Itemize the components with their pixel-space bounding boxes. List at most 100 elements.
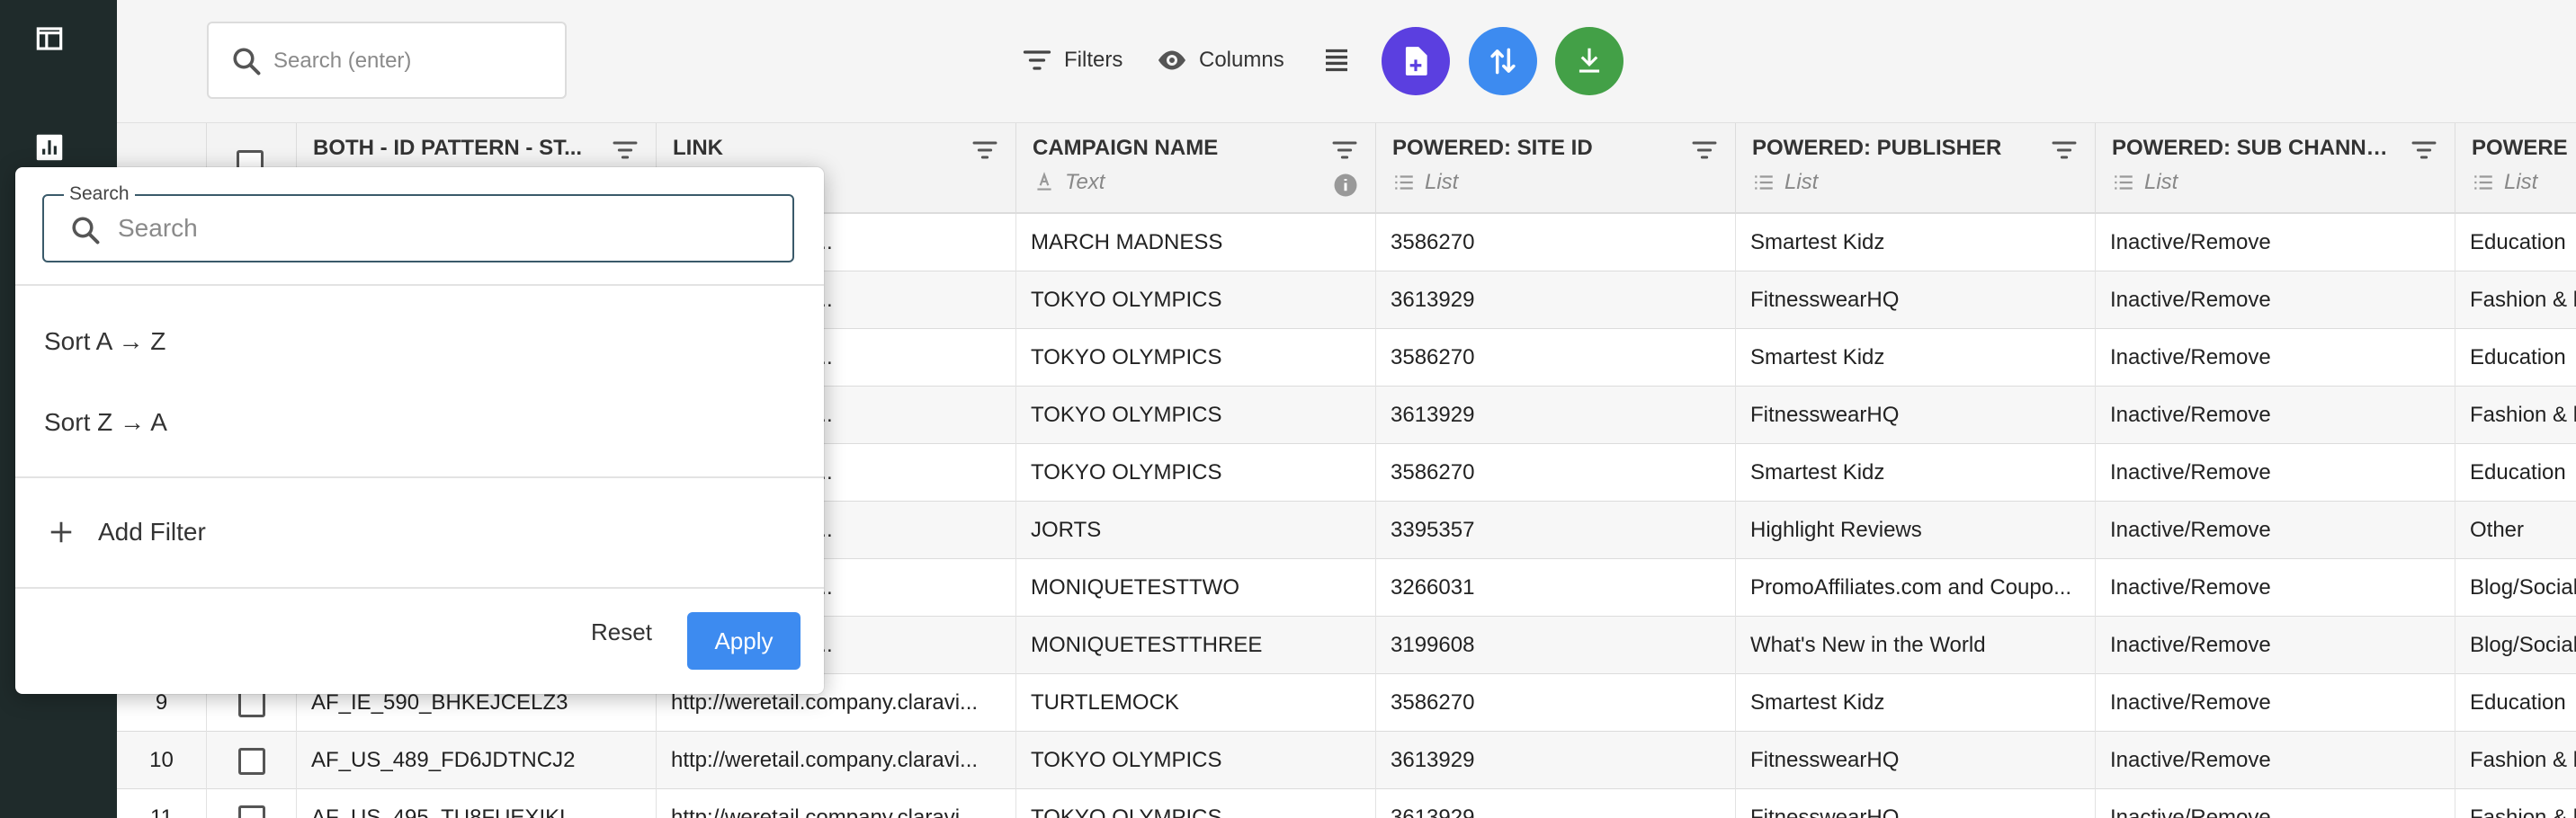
cell-publisher: FitnesswearHQ [1736, 271, 2096, 329]
reset-button[interactable]: Reset [591, 618, 652, 646]
cell-sub-channel: Inactive/Remove [2096, 674, 2455, 732]
cell-campaign-name: JORTS [1016, 502, 1376, 559]
table-row[interactable]: 11 AF_US_495_TU8FUEXIKL http://weretail.co… [117, 789, 2576, 818]
cell-site-id: 3199608 [1376, 617, 1736, 674]
column-filter-icon[interactable] [611, 136, 640, 164]
cell-link: http://weretail.company.claravi... [657, 732, 1016, 789]
add-filter-button[interactable]: Add Filter [48, 518, 206, 547]
popup-search-field[interactable]: Search [42, 183, 794, 262]
cell-sub-channel: Inactive/Remove [2096, 387, 2455, 444]
column-type: List [1784, 170, 1819, 194]
header-truncated-column[interactable]: POWERE List [2455, 123, 2576, 214]
divider [15, 284, 824, 286]
column-type: List [2504, 170, 2538, 194]
list-type-icon [1755, 175, 1773, 190]
cell-site-id: 3613929 [1376, 271, 1736, 329]
header-site-id[interactable]: POWERED: SITE ID List [1376, 123, 1736, 214]
divider [15, 476, 824, 478]
cell-sub-channel: Inactive/Remove [2096, 444, 2455, 502]
cell-sub-channel: Inactive/Remove [2096, 329, 2455, 387]
column-filter-icon[interactable] [1690, 136, 1719, 164]
column-filter-icon[interactable] [1330, 136, 1359, 164]
download-icon [1579, 48, 1600, 73]
table-search[interactable] [207, 22, 567, 99]
sort-ascending-option[interactable]: Sort A → Z [44, 327, 165, 356]
cell-truncated: Education [2455, 674, 2576, 732]
cell-sub-channel: Inactive/Remove [2096, 214, 2455, 271]
cell-site-id: 3266031 [1376, 559, 1736, 617]
cell-site-id: 3613929 [1376, 789, 1736, 818]
cell-truncated: Blog/Social [2455, 559, 2576, 617]
plus-icon [50, 521, 72, 543]
table-row[interactable]: 10 AF_US_489_FD6JDTNCJ2 http://weretail.co… [117, 732, 2576, 789]
column-title: POWERED: SITE ID [1392, 136, 1593, 160]
table-icon[interactable] [32, 22, 67, 56]
cell-sub-channel: Inactive/Remove [2096, 617, 2455, 674]
header-publisher[interactable]: POWERED: PUBLISHER List [1736, 123, 2096, 214]
cell-sub-channel: Inactive/Remove [2096, 502, 2455, 559]
table-search-input[interactable] [273, 41, 552, 81]
search-icon [233, 48, 261, 76]
header-sub-channel[interactable]: POWERED: SUB CHANNEL List [2096, 123, 2455, 214]
cell-campaign-name: MONIQUETESTTHREE [1016, 617, 1376, 674]
column-title: POWERED: SUB CHANNEL [2112, 136, 2393, 160]
cell-site-id: 3586270 [1376, 674, 1736, 732]
density-icon [1326, 49, 1347, 72]
row-checkbox[interactable] [237, 805, 265, 818]
cell-truncated: Other [2455, 502, 2576, 559]
sort-swap-button[interactable] [1469, 27, 1537, 95]
column-filter-icon[interactable] [970, 136, 999, 164]
list-type-icon [2474, 175, 2492, 190]
apply-button[interactable]: Apply [687, 612, 801, 670]
cell-campaign-name: TOKYO OLYMPICS [1016, 789, 1376, 818]
popup-search-input[interactable] [118, 209, 765, 248]
search-icon [72, 217, 100, 245]
column-title: BOTH - ID PATTERN - ST... [313, 136, 583, 160]
swap-vertical-icon [1490, 48, 1516, 75]
popup-search-legend: Search [64, 183, 135, 205]
row-select[interactable] [207, 789, 297, 818]
info-icon[interactable] [1332, 172, 1359, 199]
row-checkbox[interactable] [237, 689, 265, 717]
add-file-icon [1405, 47, 1427, 76]
cell-campaign-name: MARCH MADNESS [1016, 214, 1376, 271]
column-type: List [2144, 170, 2178, 194]
density-button[interactable] [1320, 40, 1364, 81]
cell-publisher: PromoAffiliates.com and Coupo... [1736, 559, 2096, 617]
column-filter-icon[interactable] [2410, 136, 2438, 164]
cell-publisher: FitnesswearHQ [1736, 789, 2096, 818]
column-title: CAMPAIGN NAME [1033, 136, 1219, 160]
cell-publisher: What's New in the World [1736, 617, 2096, 674]
columns-label: Columns [1199, 48, 1284, 72]
row-select[interactable] [207, 732, 297, 789]
cell-truncated: Fashion & l [2455, 789, 2576, 818]
cell-site-id: 3586270 [1376, 214, 1736, 271]
cell-campaign-name: TOKYO OLYMPICS [1016, 732, 1376, 789]
cell-link: http://weretail.company.claravi... [657, 789, 1016, 818]
cell-site-id: 3395357 [1376, 502, 1736, 559]
cell-publisher: Smartest Kidz [1736, 674, 2096, 732]
column-filter-icon[interactable] [2050, 136, 2079, 164]
header-campaign-name[interactable]: CAMPAIGN NAME Text [1016, 123, 1376, 214]
column-title: LINK [673, 136, 723, 160]
row-number: 11 [117, 789, 207, 818]
download-button[interactable] [1555, 27, 1623, 95]
cell-site-id: 3613929 [1376, 387, 1736, 444]
row-checkbox[interactable] [237, 747, 265, 775]
analytics-icon[interactable] [32, 130, 67, 164]
column-title: POWERED: PUBLISHER [1752, 136, 2002, 160]
column-filter-popup: Search Sort A → Z Sort Z → A Add Filter … [15, 167, 824, 694]
cell-truncated: Blog/Social [2455, 617, 2576, 674]
cell-site-id: 3613929 [1376, 732, 1736, 789]
cell-publisher: Smartest Kidz [1736, 329, 2096, 387]
cell-site-id: 3586270 [1376, 329, 1736, 387]
new-document-button[interactable] [1382, 27, 1450, 95]
sort-descending-option[interactable]: Sort Z → A [44, 408, 167, 437]
cell-id-pattern: AF_US_495_TU8FUEXIKL [297, 789, 657, 818]
cell-publisher: FitnesswearHQ [1736, 387, 2096, 444]
filters-button[interactable]: Filters [1021, 40, 1123, 81]
filters-label: Filters [1064, 48, 1123, 72]
columns-button[interactable]: Columns [1156, 40, 1284, 81]
cell-truncated: Fashion & l [2455, 732, 2576, 789]
cell-truncated: Fashion & l [2455, 387, 2576, 444]
